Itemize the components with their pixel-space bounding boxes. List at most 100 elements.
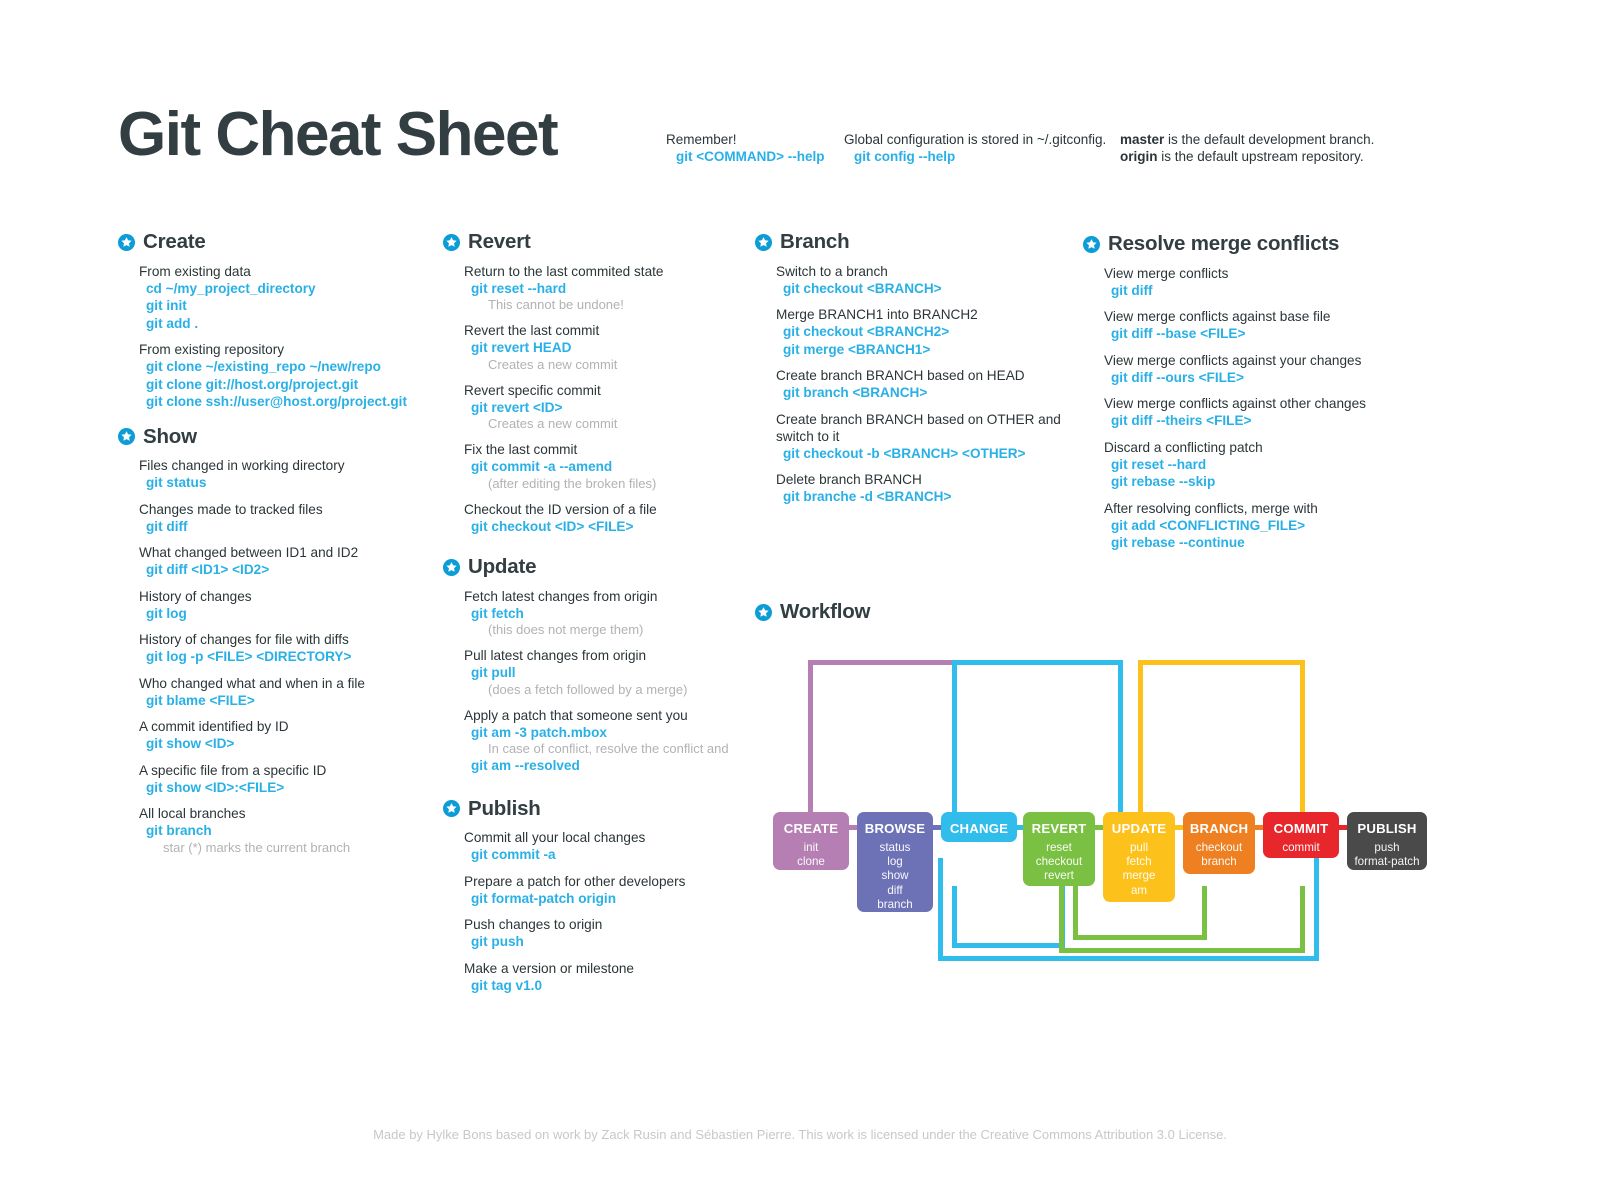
section-head-publish: Publish (443, 798, 753, 820)
workflow-loop-commit-revert (1059, 886, 1064, 948)
command-text: git blame <FILE> (146, 692, 255, 708)
command-text: git commit -a (471, 847, 556, 862)
command-text: git revert HEAD (471, 340, 572, 355)
entry-commands: git diff (1111, 282, 1423, 300)
command-text: git tag v1.0 (471, 977, 543, 993)
note-remember: Remember! git <COMMAND> --help (666, 132, 825, 165)
workflow-loop-update-commit (1300, 660, 1305, 815)
entry-show-7: A specific file from a specific ID git sh… (139, 762, 448, 797)
workflow-loop-branch-revert (1073, 886, 1078, 935)
workflow-command: am (1130, 883, 1148, 897)
workflow-command: fetch (1126, 855, 1152, 869)
workflow-box-commands: pull fetch merge am (1103, 841, 1175, 898)
entry-description: Pull latest changes from origin (464, 648, 647, 663)
note-remember-command: git <COMMAND> --help (676, 148, 825, 164)
entry-commands: cd ~/my_project_directory git init git add… (146, 280, 448, 333)
note-default-remote: origin is the default upstream repositor… (1120, 149, 1374, 166)
entry-revert-0: Return to the last commited state git res… (464, 263, 753, 314)
entry-description: Files changed in working directory (139, 458, 345, 473)
command-note: Creates a new commit (488, 356, 618, 372)
workflow-command: checkout (1195, 841, 1243, 854)
workflow-box-commands: status log show diff branch (857, 841, 933, 912)
entry-update-0: Fetch latest changes from origin git fetc… (464, 588, 753, 639)
entry-show-1: Changes made to tracked files git diff (139, 501, 448, 536)
workflow-command: clone (797, 855, 825, 869)
command-note: (after editing the broken files) (488, 475, 657, 491)
workflow-box-change[interactable]: CHANGE (941, 812, 1017, 842)
command-text: git diff (146, 518, 188, 534)
command-note: (does a fetch followed by a merge) (488, 681, 688, 697)
entry-commands: git am -3 patch.mbox In case of conflict,… (471, 724, 753, 775)
section-head-update: Update (443, 556, 753, 578)
workflow-box-commands: init clone (773, 841, 849, 869)
section-head-create: Create (118, 230, 448, 253)
command-text: git clone ~/existing_repo ~/new/repo (146, 359, 381, 374)
command-note: Creates a new commit (488, 416, 618, 431)
entry-show-4: History of changes for file with diffs gi… (139, 631, 448, 666)
entry-show-2: What changed between ID1 and ID2 git diff… (139, 544, 448, 579)
command-text: git format-patch origin (471, 890, 616, 906)
workflow-command: branch (1201, 855, 1237, 869)
section-head-show: Show (118, 426, 448, 448)
entry-commands: git diff --theirs <FILE> (1111, 412, 1423, 430)
workflow-command: checkout (1035, 855, 1083, 869)
command-text: git am --resolved (471, 758, 580, 773)
workflow-box-label: REVERT (1031, 821, 1087, 836)
entry-description: What changed between ID1 and ID2 (139, 545, 359, 560)
star-badge-icon (118, 233, 135, 251)
entry-description: Changes made to tracked files (139, 501, 323, 517)
command-text: git branch <BRANCH> (783, 385, 928, 400)
star-badge-icon (755, 603, 772, 621)
command-note: (this does not merge them) (488, 622, 644, 637)
entry-commands: git add <CONFLICTING_FILE> git rebase --c… (1111, 517, 1423, 552)
workflow-section-head: Workflow (755, 601, 1455, 623)
command-text: git checkout <ID> <FILE> (471, 518, 634, 534)
entry-description: Create branch BRANCH based on HEAD (776, 368, 1025, 383)
workflow-loop-branch-revert (1202, 886, 1207, 935)
workflow-loop-change-update (1118, 660, 1123, 815)
workflow-box-update[interactable]: UPDATE pull fetch merge am (1103, 812, 1175, 902)
command-text: git branch (146, 823, 212, 838)
command-text: git diff --base <FILE> (1111, 326, 1246, 341)
entry-description: Prepare a patch for other developers (464, 873, 686, 889)
workflow-command: commit (1282, 841, 1320, 854)
entry-publish-1: Prepare a patch for other developers git … (464, 873, 753, 908)
workflow-loop-update-commit (1138, 660, 1143, 815)
entry-description: Revert the last commit (464, 323, 600, 338)
workflow-box-commit[interactable]: COMMIT commit (1263, 812, 1339, 858)
workflow-box-browse[interactable]: BROWSE status log show diff branch (857, 812, 933, 912)
star-badge-icon (443, 233, 460, 251)
entry-description: From existing data (139, 263, 251, 279)
entry-description: A commit identified by ID (139, 719, 289, 734)
entry-create-1: From existing repository git clone ~/exis… (139, 341, 448, 411)
entry-description: View merge conflicts against your change… (1104, 352, 1362, 368)
entry-commands: git checkout <BRANCH> (783, 280, 1080, 298)
workflow-box-create[interactable]: CREATE init clone (773, 812, 849, 870)
workflow-box-label: BRANCH (1189, 821, 1249, 836)
entry-branch-3: Create branch BRANCH based on OTHER and … (776, 411, 1080, 463)
section-title-revert: Revert (468, 230, 531, 253)
entry-commands: git diff (146, 518, 448, 536)
entry-description: View merge conflicts against base file (1104, 309, 1331, 324)
workflow-box-publish[interactable]: PUBLISH push format-patch (1347, 812, 1427, 870)
entry-resolve-5: After resolving conflicts, merge with git… (1104, 500, 1423, 552)
entry-commands: git branche -d <BRANCH> (783, 488, 1080, 506)
entry-description: A specific file from a specific ID (139, 762, 327, 778)
page-header: Git Cheat Sheet Remember! git <COMMAND> … (0, 0, 1600, 200)
workflow-loop-change-update (952, 660, 1123, 665)
workflow-command: reset (1046, 841, 1072, 854)
star-badge-icon (443, 558, 460, 576)
section-show: Show Files changed in working directory gi… (118, 426, 448, 856)
section-title-create: Create (143, 230, 206, 253)
entry-commands: git branch star (*) marks the current bra… (146, 822, 448, 856)
note-default-branch: master is the default development branch… (1120, 132, 1374, 149)
command-text: git reset --hard (1111, 456, 1207, 472)
section-head-branch: Branch (755, 231, 1080, 253)
entry-description: From existing repository (139, 342, 285, 357)
entry-branch-2: Create branch BRANCH based on HEAD git br… (776, 367, 1080, 402)
note-defaults: master is the default development branch… (1120, 132, 1374, 165)
command-text: git show <ID> (146, 736, 235, 751)
workflow-box-revert[interactable]: REVERT reset checkout revert (1023, 812, 1095, 886)
workflow-box-branch[interactable]: BRANCH checkout branch (1183, 812, 1255, 874)
column-revert-update-publish: Revert Return to the last commited state g… (443, 230, 753, 1003)
